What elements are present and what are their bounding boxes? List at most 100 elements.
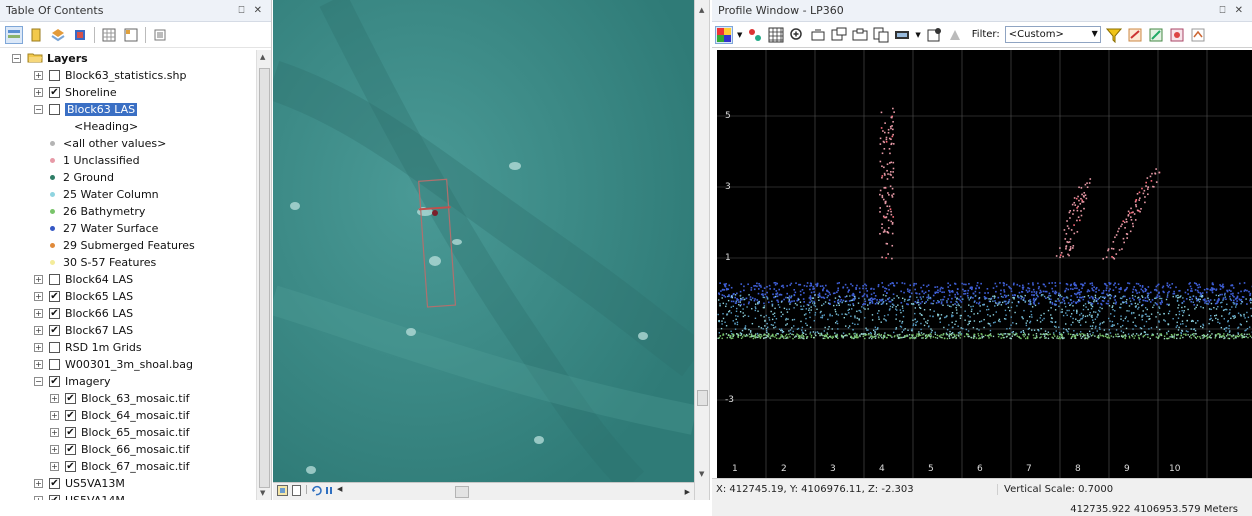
palette-dropdown-icon[interactable]: ▼: [737, 31, 742, 39]
layer-visibility-checkbox[interactable]: ✔: [49, 495, 60, 500]
layer-visibility-checkbox[interactable]: [49, 342, 60, 353]
expand-icon[interactable]: +: [34, 292, 43, 301]
layer-tree-item[interactable]: 1 Unclassified: [50, 152, 140, 169]
refresh-icon[interactable]: [311, 485, 322, 499]
layer-tree-item[interactable]: + ✔ Block67 LAS: [34, 322, 133, 339]
expand-icon[interactable]: +: [34, 496, 43, 500]
expand-icon[interactable]: +: [34, 326, 43, 335]
layer-tree-item[interactable]: − Block63 LAS: [34, 101, 138, 118]
layer-visibility-checkbox[interactable]: ✔: [49, 478, 60, 489]
move-points-icon[interactable]: [747, 27, 763, 43]
expand-icon[interactable]: +: [50, 462, 59, 471]
toc-scroll-thumb[interactable]: [259, 68, 270, 488]
collapse-icon[interactable]: −: [34, 377, 43, 386]
data-view-icon[interactable]: [277, 484, 288, 499]
zoom-in-icon[interactable]: [789, 27, 805, 43]
filter-select[interactable]: <Custom> ▼: [1004, 26, 1101, 43]
expand-icon[interactable]: +: [34, 360, 43, 369]
layer-visibility-checkbox[interactable]: ✔: [49, 87, 60, 98]
copy-profile-icon[interactable]: [873, 27, 889, 43]
toc-vertical-scrollbar[interactable]: ▲ ▼: [256, 50, 271, 500]
scroll-down-icon[interactable]: ▼: [699, 470, 704, 478]
layer-tree-item[interactable]: + ✔ Block_64_mosaic.tif: [50, 407, 190, 424]
layer-tree-item[interactable]: + ✔ Shoreline: [34, 84, 117, 101]
layer-tree-item[interactable]: 29 Submerged Features: [50, 237, 195, 254]
layer-visibility-checkbox[interactable]: [49, 359, 60, 370]
layer-tree-item[interactable]: − Layers: [12, 50, 88, 67]
layer-visibility-checkbox[interactable]: ✔: [49, 308, 60, 319]
expand-icon[interactable]: +: [34, 88, 43, 97]
layer-tree-item[interactable]: + ✔ Block_65_mosaic.tif: [50, 424, 190, 441]
map-horizontal-scrollbar[interactable]: [345, 485, 685, 499]
scroll-up-icon[interactable]: ▲: [699, 6, 704, 14]
layer-tree-item[interactable]: + W00301_3m_shoal.bag: [34, 356, 193, 373]
expand-icon[interactable]: +: [34, 343, 43, 352]
display-mode-icon[interactable]: [894, 27, 910, 43]
layer-visibility-checkbox[interactable]: ✔: [49, 325, 60, 336]
layer-visibility-checkbox[interactable]: ✔: [65, 393, 76, 404]
list-by-source-icon[interactable]: [28, 27, 44, 43]
layer-visibility-checkbox[interactable]: ✔: [65, 461, 76, 472]
toc-window-controls[interactable]: ⎕ ✕: [238, 5, 265, 16]
map-view[interactable]: [273, 0, 694, 482]
layer-tree-item[interactable]: 26 Bathymetry: [50, 203, 145, 220]
expand-icon[interactable]: +: [50, 411, 59, 420]
layer-tree-item[interactable]: + ✔ Block66 LAS: [34, 305, 133, 322]
layer-tree-item[interactable]: + Block63_statistics.shp: [34, 67, 186, 84]
expand-icon[interactable]: +: [34, 275, 43, 284]
scroll-up-icon[interactable]: ▲: [260, 53, 265, 61]
layer-tree-item[interactable]: + ✔ Block65 LAS: [34, 288, 133, 305]
layer-tree-item[interactable]: + RSD 1m Grids: [34, 339, 142, 356]
layer-tree-item[interactable]: 25 Water Column: [50, 186, 159, 203]
list-by-visibility-icon[interactable]: [50, 27, 66, 43]
layer-tree-item[interactable]: + ✔ US5VA13M: [34, 475, 125, 492]
classification-palette-icon[interactable]: [715, 25, 733, 44]
scroll-left-icon[interactable]: ◀: [337, 485, 342, 499]
expand-icon[interactable]: +: [34, 71, 43, 80]
layer-tree-item[interactable]: + ✔ Block_67_mosaic.tif: [50, 458, 190, 475]
filter-funnel-icon[interactable]: [1105, 27, 1122, 43]
toggle-view-icon[interactable]: [831, 27, 847, 43]
layer-tree-item[interactable]: +✔US5VA14M: [34, 492, 125, 500]
scroll-right-icon[interactable]: ▶: [685, 488, 694, 496]
expand-icon[interactable]: +: [50, 428, 59, 437]
expand-icon[interactable]: +: [34, 309, 43, 318]
map-h-scroll-thumb[interactable]: [455, 485, 469, 498]
section-view-icon[interactable]: [852, 27, 868, 43]
settings-icon[interactable]: [926, 27, 942, 43]
layer-tree-item[interactable]: − ✔ Imagery: [34, 373, 110, 390]
display-dropdown-icon[interactable]: ▼: [915, 31, 920, 39]
layer-tree-item[interactable]: + ✔ Block_63_mosaic.tif: [50, 390, 190, 407]
collapse-icon[interactable]: −: [12, 54, 21, 63]
layer-visibility-checkbox[interactable]: ✔: [65, 427, 76, 438]
expand-icon[interactable]: +: [50, 445, 59, 454]
classify-above-icon[interactable]: [1190, 27, 1206, 43]
layer-tree-item[interactable]: + Block64 LAS: [34, 271, 133, 288]
options-grid-icon[interactable]: [101, 27, 117, 43]
grid-view-icon[interactable]: [768, 27, 784, 43]
layer-visibility-checkbox[interactable]: [49, 70, 60, 81]
layer-tree-item[interactable]: <Heading>: [74, 118, 138, 135]
layer-visibility-checkbox[interactable]: ✔: [49, 291, 60, 302]
layer-tree-item[interactable]: <all other values>: [50, 135, 166, 152]
classify-polygon-icon[interactable]: [1169, 27, 1185, 43]
map-vertical-scrollbar[interactable]: ▲ ▼: [694, 0, 710, 500]
options-table-icon[interactable]: [123, 27, 139, 43]
zoom-extent-icon[interactable]: [810, 27, 826, 43]
toc-options-icon[interactable]: [152, 27, 168, 43]
layer-visibility-checkbox[interactable]: [49, 104, 60, 115]
layer-tree-item[interactable]: 2 Ground: [50, 169, 114, 186]
collapse-icon[interactable]: −: [34, 105, 43, 114]
map-v-scroll-thumb[interactable]: [697, 390, 708, 406]
layer-tree-item[interactable]: + ✔ Block_66_mosaic.tif: [50, 441, 190, 458]
scroll-down-icon[interactable]: ▼: [260, 489, 265, 497]
list-by-drawing-order-icon[interactable]: [5, 25, 23, 44]
layer-visibility-checkbox[interactable]: ✔: [65, 410, 76, 421]
layout-view-icon[interactable]: [291, 484, 302, 499]
profile-window-controls[interactable]: ⎕ ✕: [1219, 5, 1246, 16]
profile-plot[interactable]: 5 3 1 -3 1 2 3 4 5 6 7 8 9 10: [717, 50, 1252, 478]
list-by-selection-icon[interactable]: [72, 27, 88, 43]
pause-icon[interactable]: [325, 485, 334, 499]
classify-tool-icon[interactable]: [1127, 27, 1143, 43]
expand-icon[interactable]: +: [50, 394, 59, 403]
